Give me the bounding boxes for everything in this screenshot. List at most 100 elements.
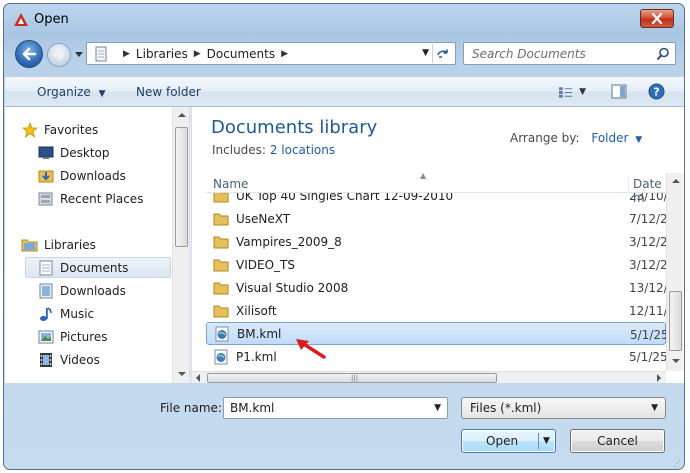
new-folder-button[interactable]: New folder <box>136 85 201 99</box>
change-view-button[interactable]: ▼ <box>558 85 586 99</box>
includes-label: Includes: <box>212 143 266 157</box>
open-split-divider <box>538 433 539 449</box>
nav-recent-places[interactable]: Recent Places <box>37 188 143 209</box>
nav-favorites[interactable]: Favorites <box>21 119 98 140</box>
search-placeholder: Search Documents <box>472 47 586 61</box>
column-name[interactable]: Name <box>213 177 248 191</box>
file-type-select[interactable]: Files (*.kml) ▼ <box>461 397 666 419</box>
nav-music-label: Music <box>60 306 95 321</box>
arrange-by-dropdown[interactable]: Folder ▼ <box>591 131 642 145</box>
navigation-scrollbar-thumb[interactable] <box>175 127 188 247</box>
scroll-right-icon[interactable] <box>657 374 661 382</box>
nav-documents[interactable]: Documents <box>25 257 171 278</box>
arrow-right-icon <box>52 49 65 61</box>
horizontal-scrollbar-thumb[interactable]: ||| <box>207 373 497 383</box>
file-list-horizontal-scrollbar[interactable]: ||| <box>192 371 666 383</box>
close-button[interactable] <box>640 9 674 28</box>
file-name-dropdown-icon[interactable]: ▼ <box>434 403 441 413</box>
downloads-icon <box>37 168 54 184</box>
file-list: UK Top 40 Singles Chart 12-09-2010 23/10… <box>206 193 666 371</box>
nav-desktop[interactable]: Desktop <box>37 142 110 163</box>
file-type-dropdown-icon: ▼ <box>651 403 658 413</box>
nav-libraries-label: Libraries <box>44 237 96 252</box>
nav-pictures[interactable]: Pictures <box>37 326 108 347</box>
folder-icon <box>213 304 229 318</box>
open-dropdown-icon[interactable]: ▼ <box>543 436 550 446</box>
file-name: Visual Studio 2008 <box>236 280 349 295</box>
nav-pictures-label: Pictures <box>60 329 108 344</box>
folder-icon <box>213 281 229 295</box>
search-input[interactable]: Search Documents <box>463 42 676 65</box>
nav-downloads-library-label: Downloads <box>60 283 126 298</box>
file-name: Vampires_2009_8 <box>236 234 342 249</box>
file-list-scrollbar-thumb[interactable] <box>669 291 682 351</box>
recent-pages-dropdown-icon[interactable] <box>74 48 84 60</box>
breadcrumb-separator-icon[interactable]: ▶ <box>123 49 130 59</box>
view-dropdown-icon: ▼ <box>579 87 586 97</box>
scroll-up-icon[interactable] <box>672 179 680 183</box>
file-date: 5/1/25 <box>629 350 666 364</box>
file-list-pane: Documents library Includes: 2 locations … <box>192 107 684 383</box>
title-bar[interactable]: Open <box>4 4 684 34</box>
chevron-down-icon: ▼ <box>635 135 643 145</box>
file-date: 3/12/2 <box>629 235 666 249</box>
breadcrumb-documents[interactable]: Documents <box>207 47 275 61</box>
file-list-vertical-scrollbar[interactable] <box>666 173 683 371</box>
file-date: 3/12/2 <box>629 258 666 272</box>
help-icon[interactable]: ? <box>648 83 665 100</box>
nav-downloads-library[interactable]: Downloads <box>37 280 126 301</box>
organize-menu[interactable]: Organize ▼ <box>37 85 106 99</box>
scroll-up-icon[interactable] <box>178 113 186 117</box>
videos-icon <box>37 352 54 368</box>
breadcrumb-libraries[interactable]: Libraries <box>136 47 188 61</box>
column-header: ▲ Name Date m <box>206 171 666 205</box>
nav-videos[interactable]: Videos <box>37 349 100 370</box>
file-name: Xilisoft <box>236 303 277 318</box>
file-row[interactable]: Xilisoft 12/11/ <box>206 299 666 322</box>
column-date-modified[interactable]: Date m <box>628 177 666 205</box>
file-name: VIDEO_TS <box>236 257 295 272</box>
file-row[interactable]: UK Top 40 Singles Chart 12-09-2010 23/10… <box>206 193 666 207</box>
breadcrumb: ▶ Libraries ▶ Documents ▶ <box>117 47 294 61</box>
file-row-selected[interactable]: BM.kml 5/1/25 <box>206 322 666 345</box>
cancel-button[interactable]: Cancel <box>570 429 665 453</box>
file-row[interactable]: Vampires_2009_8 3/12/2 <box>206 230 666 253</box>
chevron-down-icon: ▼ <box>98 89 106 99</box>
refresh-button[interactable] <box>432 44 452 63</box>
navigation-pane[interactable]: Favorites Desktop Downloads Recent Place… <box>5 107 189 383</box>
libraries-icon <box>21 237 38 253</box>
scroll-down-icon[interactable] <box>178 372 186 376</box>
resize-grip-icon[interactable]: ⋰ <box>673 459 681 468</box>
scroll-left-icon[interactable] <box>196 374 200 382</box>
window-title: Open <box>34 12 69 27</box>
file-date: 13/12/ <box>629 281 666 295</box>
nav-downloads-favorite[interactable]: Downloads <box>37 165 126 186</box>
breadcrumb-separator-icon[interactable]: ▶ <box>281 49 288 59</box>
nav-music[interactable]: Music <box>37 303 94 324</box>
file-name-label: File name: <box>160 401 222 415</box>
annotation-arrow-icon <box>296 339 326 359</box>
file-row[interactable]: VIDEO_TS 3/12/2 <box>206 253 666 276</box>
nav-libraries[interactable]: Libraries <box>21 234 96 255</box>
forward-button[interactable] <box>47 43 71 67</box>
preview-pane-icon[interactable] <box>611 84 627 99</box>
address-bar[interactable]: ▶ Libraries ▶ Documents ▶ ▼ <box>86 42 456 65</box>
file-name: UseNeXT <box>236 211 291 226</box>
file-row[interactable]: UseNeXT 7/12/2 <box>206 207 666 230</box>
navigation-scrollbar[interactable] <box>172 107 189 383</box>
open-button[interactable]: Open ▼ <box>461 429 556 453</box>
file-name-input[interactable]: BM.kml ▼ <box>223 397 448 419</box>
breadcrumb-separator-icon[interactable]: ▶ <box>194 49 201 59</box>
kml-file-icon <box>213 349 229 364</box>
back-button[interactable] <box>15 40 43 68</box>
locations-link[interactable]: 2 locations <box>270 143 335 157</box>
downloads-library-icon <box>37 283 54 299</box>
file-name: UK Top 40 Singles Chart 12-09-2010 <box>236 193 454 203</box>
address-history-dropdown-icon[interactable]: ▼ <box>422 48 429 58</box>
file-row[interactable]: P1.kml 5/1/25 <box>206 345 666 368</box>
refresh-icon <box>436 49 448 58</box>
scroll-down-icon[interactable] <box>672 359 680 363</box>
file-row[interactable]: Visual Studio 2008 13/12/ <box>206 276 666 299</box>
arrange-value: Folder <box>591 131 629 145</box>
search-icon[interactable] <box>656 47 670 61</box>
